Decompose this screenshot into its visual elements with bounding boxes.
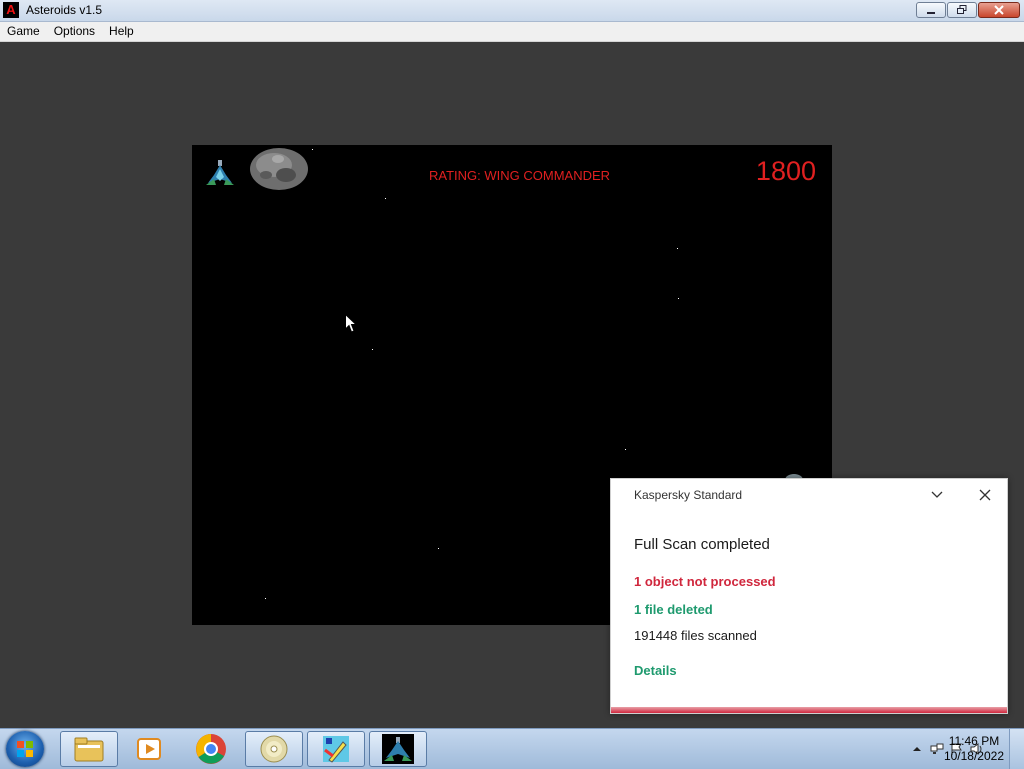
chevron-down-icon[interactable] (929, 487, 945, 503)
restore-icon (957, 5, 967, 14)
close-icon[interactable] (977, 487, 993, 503)
close-button[interactable] (978, 2, 1020, 18)
notification-app-name: Kaspersky Standard (634, 488, 743, 502)
objects-not-processed: 1 object not processed (634, 574, 776, 589)
windows-logo-icon (17, 741, 33, 757)
taskbar: 11:46 PM 10/18/2022 (0, 728, 1024, 769)
kaspersky-notification: Kaspersky Standard Full Scan completed 1… (610, 478, 1008, 714)
score: 1800 (755, 156, 816, 186)
taskbar-clock[interactable]: 11:46 PM 10/18/2022 (944, 734, 1004, 764)
minimize-button[interactable] (916, 2, 946, 18)
star (385, 198, 386, 199)
asteroid (250, 148, 308, 190)
media-player-icon (137, 738, 161, 760)
star (372, 349, 373, 350)
asteroids-icon (382, 734, 414, 764)
taskbar-media-player[interactable] (120, 731, 178, 767)
mouse-cursor-icon (345, 314, 357, 333)
app-icon: A (3, 2, 19, 18)
taskbar-disc[interactable] (245, 731, 303, 767)
star (265, 598, 266, 599)
star (678, 298, 679, 299)
star (438, 548, 439, 549)
notification-accent-bar (611, 707, 1007, 713)
clock-date: 10/18/2022 (943, 749, 1004, 763)
show-desktop-button[interactable] (1009, 729, 1024, 769)
details-link[interactable]: Details (634, 663, 677, 678)
taskbar-asteroids[interactable] (369, 731, 427, 767)
rating-text: RATING: WING COMMANDER (429, 168, 611, 183)
files-deleted: 1 file deleted (634, 602, 713, 617)
taskbar-chrome[interactable] (182, 731, 240, 767)
window-title-bar: A Asteroids v1.5 (0, 0, 1024, 22)
taskbar-explorer[interactable] (60, 731, 118, 767)
menu-help[interactable]: Help (102, 22, 141, 41)
windows-explorer-icon (74, 737, 104, 762)
taskbar-paint[interactable] (307, 731, 365, 767)
disc-icon (260, 735, 288, 763)
star (312, 149, 313, 150)
network-icon[interactable] (930, 742, 944, 756)
restore-button[interactable] (947, 2, 977, 18)
paint-icon (323, 736, 349, 763)
clock-time: 11:46 PM (948, 734, 1000, 748)
star (625, 449, 626, 450)
show-hidden-icons-icon[interactable] (910, 742, 924, 756)
files-scanned: 191448 files scanned (634, 628, 757, 643)
life-ship-icon (206, 160, 234, 185)
menu-game[interactable]: Game (0, 22, 47, 41)
star (677, 248, 678, 249)
minimize-icon (927, 12, 935, 14)
chrome-icon (196, 734, 226, 764)
window-title: Asteroids v1.5 (26, 3, 103, 17)
menu-bar: Game Options Help (0, 22, 1024, 42)
menu-options[interactable]: Options (47, 22, 102, 41)
notification-title: Full Scan completed (634, 536, 770, 553)
start-button[interactable] (6, 731, 44, 767)
close-icon (994, 5, 1004, 15)
